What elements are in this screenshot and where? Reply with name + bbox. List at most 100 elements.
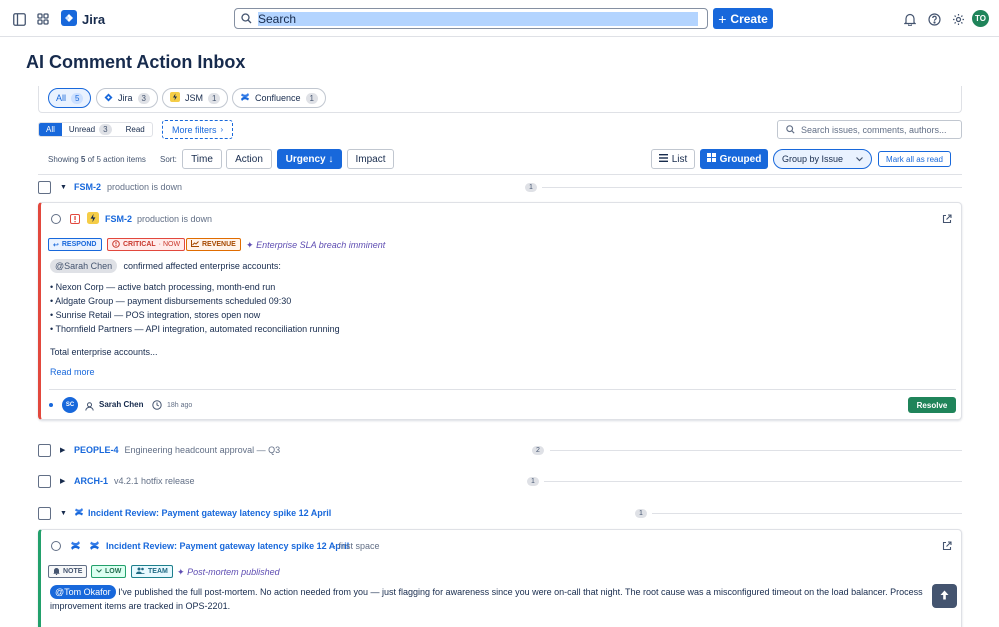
card-footer-divider <box>49 389 956 390</box>
notifications-bell-icon[interactable] <box>902 11 918 27</box>
card-space-name: · first space <box>333 541 380 551</box>
source-filter-jira[interactable]: Jira 3 <box>96 88 158 108</box>
source-filter-count: 1 <box>208 92 221 104</box>
group-header-fsm-2[interactable]: ▼ FSM-2 production is down <box>38 178 182 196</box>
scroll-to-top-button[interactable] <box>932 584 957 608</box>
confluence-icon <box>240 92 250 104</box>
view-grouped-button[interactable]: Grouped <box>700 149 768 169</box>
sort-impact-button[interactable]: Impact <box>347 149 394 169</box>
app-name[interactable]: Jira <box>82 12 105 27</box>
group-divider <box>550 450 962 451</box>
showing-count-text: Showing 5 of 5 action items <box>48 155 146 164</box>
ai-insight-note: ✦ Post-mortem published <box>177 567 280 578</box>
view-grouped-label: Grouped <box>719 153 762 165</box>
sort-label: Sort: <box>160 155 177 164</box>
caret-down-icon[interactable]: ▼ <box>60 510 68 517</box>
grid-icon <box>706 153 716 165</box>
read-filter-read[interactable]: Read <box>119 123 152 136</box>
read-filter-all[interactable]: All <box>39 123 62 136</box>
group-count-badge: 1 <box>525 183 537 192</box>
group-header-arch-1[interactable]: ▶ ARCH-1 v4.2.1 hotfix release <box>38 472 195 490</box>
view-list-label: List <box>671 153 688 165</box>
sort-time-button[interactable]: Time <box>182 149 222 169</box>
action-item-card[interactable]: Incident Review: Payment gateway latency… <box>38 529 962 627</box>
mark-read-radio[interactable] <box>51 541 61 551</box>
sparkle-icon: ✦ <box>246 240 254 250</box>
inbox-search-field[interactable]: Search issues, comments, authors... <box>777 120 962 139</box>
group-issue-key[interactable]: FSM-2 <box>74 182 101 192</box>
group-checkbox[interactable] <box>38 506 51 520</box>
settings-gear-icon[interactable] <box>950 11 966 27</box>
create-button[interactable]: + Create <box>713 8 773 29</box>
caret-down-icon[interactable]: ▼ <box>60 184 68 191</box>
open-external-icon[interactable] <box>942 540 952 554</box>
group-issue-title: Engineering headcount approval — Q3 <box>124 445 281 455</box>
mark-read-radio[interactable] <box>51 214 61 224</box>
sort-action-button[interactable]: Action <box>226 149 272 169</box>
read-more-link[interactable]: Read more <box>50 365 95 379</box>
group-header-incident-review[interactable]: ▼ Incident Review: Payment gateway laten… <box>38 504 331 522</box>
comment-timestamp: 18h ago <box>167 402 193 409</box>
group-page-title[interactable]: Incident Review: Payment gateway latency… <box>88 508 331 518</box>
group-count-badge: 1 <box>635 509 647 518</box>
group-divider <box>544 481 962 482</box>
bell-icon <box>53 567 60 577</box>
mention-chip[interactable]: @Sarah Chen <box>50 259 118 273</box>
action-tag-label: RESPOND <box>61 241 97 248</box>
card-issue-key[interactable]: FSM-2 <box>105 214 132 224</box>
app-switcher-icon[interactable] <box>35 11 51 27</box>
help-icon[interactable] <box>926 11 942 27</box>
caret-right-icon[interactable]: ▶ <box>60 446 68 454</box>
action-item-card[interactable]: FSM-2 production is down ↩ RESPOND CRITI… <box>38 202 962 420</box>
caret-right-icon[interactable]: ▶ <box>60 477 68 485</box>
mention-chip[interactable]: @Tom Okafor <box>50 585 116 599</box>
urgency-tag-label: CRITICAL <box>123 241 156 248</box>
mark-all-read-button[interactable]: Mark all as read <box>878 151 951 167</box>
group-checkbox[interactable] <box>38 474 51 488</box>
source-filter-label: Confluence <box>255 93 301 103</box>
jira-logo-icon[interactable] <box>61 10 77 26</box>
impact-tag-label: REVENUE <box>202 241 236 248</box>
urgency-tag-label: LOW <box>105 568 122 575</box>
source-filter-jsm[interactable]: JSM 1 <box>162 88 229 108</box>
comment-tail-text: Total enterprise accounts... <box>50 347 158 357</box>
group-issue-key[interactable]: ARCH-1 <box>74 476 108 486</box>
sidebar-toggle-icon[interactable] <box>11 11 27 27</box>
card-page-title[interactable]: Incident Review: Payment gateway latency… <box>106 541 349 551</box>
author-name: Sarah Chen <box>99 400 144 409</box>
group-checkbox[interactable] <box>38 180 51 194</box>
resolve-button[interactable]: Resolve <box>908 397 956 413</box>
impact-tag-label: TEAM <box>148 568 168 575</box>
sort-urgency-button[interactable]: Urgency ↓ <box>277 149 342 169</box>
group-header-people-4[interactable]: ▶ PEOPLE-4 Engineering headcount approva… <box>38 441 280 459</box>
list-item: • Aldgate Group — payment disbursements … <box>50 296 292 306</box>
group-issue-key[interactable]: PEOPLE-4 <box>74 445 119 455</box>
comment-body: @Tom Okafor I've published the full post… <box>50 585 935 613</box>
read-filter-unread[interactable]: Unread 3 <box>62 123 119 136</box>
jira-diamond-icon <box>104 93 113 104</box>
more-filters-button[interactable]: More filters › <box>162 120 234 139</box>
group-by-select[interactable]: Group by Issue <box>773 149 872 169</box>
open-external-icon[interactable] <box>942 213 952 227</box>
global-search[interactable] <box>234 8 708 29</box>
group-divider <box>542 187 962 188</box>
source-filter-confluence[interactable]: Confluence 1 <box>232 88 326 108</box>
view-list-button[interactable]: List <box>651 149 695 169</box>
create-label: Create <box>730 11 768 26</box>
action-tag-label: NOTE <box>63 568 83 575</box>
jsm-lightning-icon <box>170 92 180 104</box>
group-checkbox[interactable] <box>38 443 51 457</box>
group-issue-title: production is down <box>107 182 183 192</box>
source-filter-all[interactable]: All 5 <box>48 88 92 108</box>
source-filter-count: 5 <box>71 92 84 104</box>
page-title: AI Comment Action Inbox <box>26 52 246 72</box>
source-filter-label: Jira <box>118 93 133 103</box>
source-filter-count: 3 <box>137 92 150 104</box>
reply-arrow-icon: ↩ <box>53 241 59 249</box>
ai-insight-text: Post-mortem published <box>187 567 280 577</box>
user-avatar[interactable]: TO <box>972 10 989 27</box>
search-input[interactable] <box>258 11 698 26</box>
showing-count: 5 <box>80 155 86 164</box>
chevron-down-icon <box>856 154 863 164</box>
search-icon <box>241 13 252 24</box>
